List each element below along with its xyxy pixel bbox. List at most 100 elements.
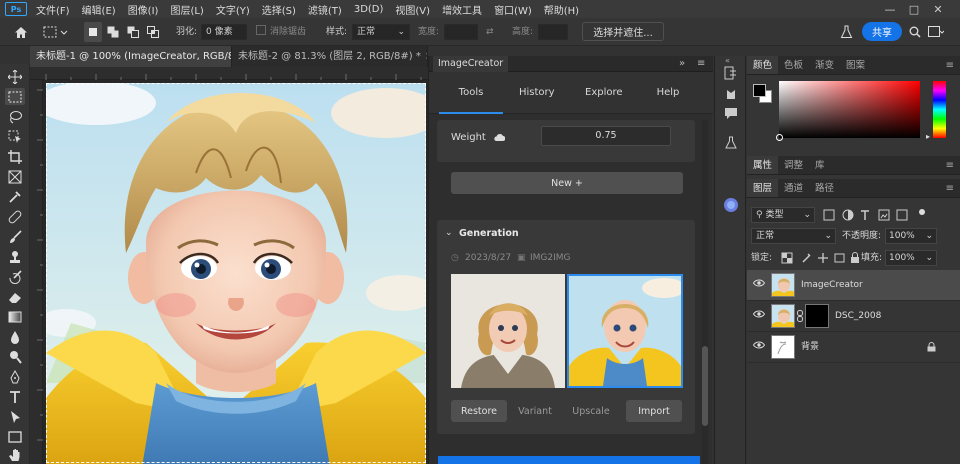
tab-help[interactable]: Help [655,72,681,114]
collapse-panel-icon[interactable]: » [679,56,685,72]
result-thumbnail-2-selected[interactable] [567,274,683,388]
eye-icon[interactable] [753,341,765,349]
tab-channels[interactable]: 通道 [778,179,809,197]
blend-mode-select[interactable]: 正常 ⌄ [751,228,836,244]
layer-mask-thumbnail[interactable] [805,304,829,328]
tab-layers[interactable]: 图层 [747,179,779,197]
layer-row[interactable]: 背景 [747,332,960,363]
dodge-tool-icon[interactable] [5,348,25,365]
tab-document-1[interactable]: 未标题-1 @ 100% (ImageCreator, RGB/8#) *× [30,46,232,67]
history-panel-icon[interactable] [722,64,740,82]
hand-tool-icon[interactable] [5,446,25,463]
healing-brush-tool-icon[interactable] [5,208,25,225]
workspace-icon[interactable] [926,22,946,42]
result-thumbnail-1[interactable] [451,274,565,388]
eraser-tool-icon[interactable] [5,288,25,305]
menu-type[interactable]: 文字(Y) [210,2,256,17]
select-and-mask-button[interactable]: 选择并遮住... [582,22,664,41]
tab-gradients[interactable]: 渐变 [809,56,840,74]
feather-input[interactable]: 0 像素 [201,24,247,40]
foreground-color-swatch[interactable] [753,84,766,97]
panel-menu-icon[interactable]: ≡ [946,156,954,175]
fill-input[interactable]: 100% ⌄ [885,250,937,266]
pen-tool-icon[interactable] [5,368,25,385]
antialias-checkbox-icon[interactable] [256,24,266,40]
hue-slider[interactable] [933,81,946,138]
brush-tool-icon[interactable] [5,228,25,245]
new-button[interactable]: New + [451,172,683,194]
crop-tool-icon[interactable] [5,148,25,165]
share-button[interactable]: 共享 [862,22,902,41]
lasso-tool-icon[interactable] [5,108,25,125]
style-select[interactable]: 正常 ⌄ [352,24,410,40]
tab-libraries[interactable]: 库 [809,156,831,174]
restore-button[interactable]: Restore [451,400,507,422]
variant-button[interactable]: Variant [507,400,563,422]
tab-swatches[interactable]: 色板 [778,56,809,74]
marquee-preset-icon[interactable] [40,22,72,42]
tab-color[interactable]: 颜色 [747,56,779,74]
menu-file[interactable]: 文件(F) [30,2,76,17]
intersect-selection-icon[interactable] [144,22,162,42]
tab-explore[interactable]: Explore [585,72,623,114]
weight-input[interactable]: 0.75 [541,126,671,146]
menu-view[interactable]: 视图(V) [389,2,436,17]
menu-help[interactable]: 帮助(H) [538,2,585,17]
comments-panel-icon[interactable] [722,104,740,122]
plugin-scrollbar-thumb[interactable] [702,346,708,426]
tab-paths[interactable]: 路径 [809,179,840,197]
minimize-button[interactable]: — [878,0,902,18]
plugin-title[interactable]: ImageCreator [433,56,509,72]
menu-3d[interactable]: 3D(D) [348,4,390,15]
layer-kind-filter[interactable]: ⚲ 类型 ⌄ [751,207,815,223]
flask-panel-icon[interactable] [722,134,740,152]
lock-icons[interactable] [781,252,861,264]
panel-menu-icon[interactable]: ≡ [946,179,954,198]
flask-icon[interactable] [836,22,856,42]
move-tool-icon[interactable] [5,68,25,85]
rectangle-tool-icon[interactable] [5,428,25,445]
swap-icon[interactable]: ⇄ [486,24,494,40]
width-input[interactable] [444,24,478,40]
opacity-input[interactable]: 100% ⌄ [885,228,937,244]
eyedropper-tool-icon[interactable] [5,188,25,205]
home-icon[interactable] [8,22,34,42]
clone-stamp-tool-icon[interactable] [5,248,25,265]
chevron-down-icon[interactable]: ⌄ [445,228,453,238]
subtract-selection-icon[interactable] [124,22,142,42]
maximize-button[interactable]: □ [902,0,926,18]
import-button[interactable]: Import [626,400,682,422]
layer-row[interactable]: ImageCreator [747,270,960,301]
color-picker-cursor[interactable] [776,134,783,141]
tab-history[interactable]: History [519,72,555,114]
menu-plugins[interactable]: 增效工具 [436,2,488,17]
frame-tool-icon[interactable] [5,168,25,185]
new-selection-icon[interactable] [84,22,102,42]
height-input[interactable] [538,24,568,40]
tab-document-2[interactable]: 未标题-2 @ 81.3% (图层 2, RGB/8#) *× [232,46,428,67]
menu-edit[interactable]: 编辑(E) [76,2,122,17]
actions-panel-icon[interactable] [722,84,740,102]
color-field[interactable] [776,81,920,141]
generate-button[interactable] [438,456,700,464]
rectangular-marquee-tool-icon[interactable] [5,88,25,105]
tab-patterns[interactable]: 图案 [840,56,871,74]
add-selection-icon[interactable] [104,22,122,42]
layer-row[interactable]: DSC_2008 [747,301,960,332]
search-icon[interactable] [906,22,924,42]
menu-select[interactable]: 选择(S) [256,2,302,17]
history-brush-tool-icon[interactable] [5,268,25,285]
eye-icon[interactable] [753,279,765,287]
panel-menu-icon[interactable]: ≡ [697,56,705,72]
close-window-button[interactable]: ✕ [926,0,950,18]
hue-slider-handle-icon[interactable]: ▸ [926,132,930,141]
tab-properties[interactable]: 属性 [747,156,779,174]
menu-layer[interactable]: 图层(L) [164,2,209,17]
document-canvas[interactable] [43,80,428,464]
plugin-panel-icon[interactable] [722,196,740,214]
upscale-button[interactable]: Upscale [563,400,619,422]
blur-tool-icon[interactable] [5,328,25,345]
eye-icon[interactable] [753,310,765,318]
tab-adjustments[interactable]: 调整 [778,156,809,174]
type-tool-icon[interactable] [5,388,25,405]
